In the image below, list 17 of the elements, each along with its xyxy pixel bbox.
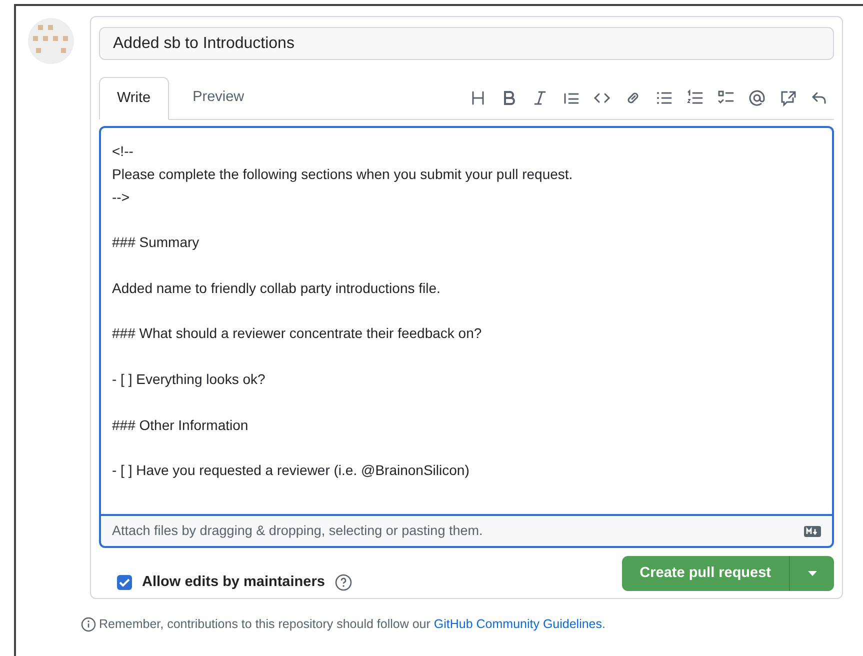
help-icon[interactable] (334, 574, 352, 592)
caret-icon (808, 571, 816, 576)
editor-tab[interactable]: Preview (168, 76, 268, 119)
bulleted-list-icon[interactable] (655, 89, 673, 107)
mention-icon[interactable] (748, 89, 766, 107)
numbered-list-icon[interactable] (686, 89, 704, 107)
guidelines-note: Remember, contributions to this repository should follow our GitHub Community Guidelines. (99, 616, 606, 633)
markdown-icon (804, 526, 821, 536)
info-icon (81, 616, 96, 632)
editor-tab[interactable]: Write (99, 77, 169, 120)
attach-hint: Attach files by dragging & dropping, selecting or pasting them. (112, 522, 483, 540)
guidelines-link[interactable]: GitHub Community Guidelines (434, 617, 602, 631)
allow-edits-label: Allow edits by maintainers (142, 573, 325, 592)
title-field[interactable]: Added sb to Introductions (99, 27, 834, 60)
markdown-editor[interactable]: <!-- Please complete the following sections when you submit your pull request. --> ### Summary Added name to friendly collab party introductions file. ### What should a reviewer concentrate their feedback on? - [ ] Everything looks ok? ### Other Information - [ ] Have you requested a reviewer (i.e. @BrainonSilicon) (99, 126, 834, 514)
avatar-icon (28, 18, 74, 64)
checkbox[interactable] (117, 575, 132, 590)
